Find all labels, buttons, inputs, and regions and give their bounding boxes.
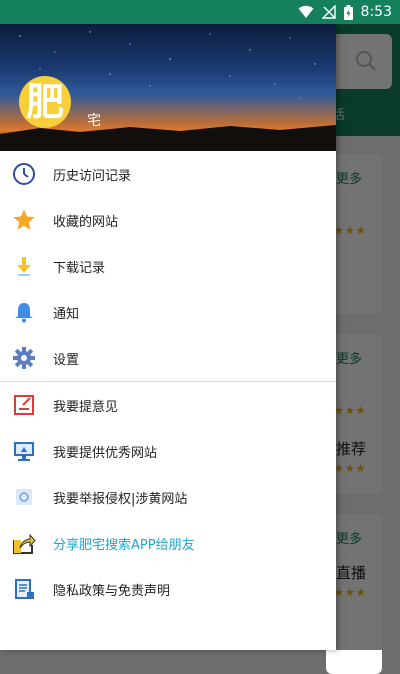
username: 宅: [87, 113, 101, 129]
menu-item-label: 通知: [53, 307, 80, 322]
menu-item-submit-site[interactable]: 我要提供优秀网站: [0, 428, 336, 474]
menu-item-share[interactable]: 分享肥宅搜索APP给朋友: [0, 520, 336, 566]
menu-item-label: 设置: [53, 353, 80, 368]
menu-item-favorites[interactable]: 收藏的网站: [0, 197, 336, 243]
document-icon: [12, 577, 36, 601]
menu-item-label: 下载记录: [53, 261, 106, 276]
monitor-icon: [12, 439, 36, 463]
menu-item-feedback[interactable]: 我要提意见: [0, 382, 336, 428]
menu-item-report[interactable]: 我要举报侵权|涉黄网站: [0, 474, 336, 520]
no-signal-icon: [321, 5, 336, 19]
drawer-header: 肥 宅: [0, 24, 336, 151]
report-icon: [12, 485, 36, 509]
status-bar: 8:53: [0, 0, 400, 24]
share-icon: [12, 531, 36, 555]
avatar[interactable]: 肥: [19, 76, 71, 128]
star-icon: [12, 208, 36, 232]
menu-item-label: 分享肥宅搜索APP给朋友: [53, 538, 195, 553]
menu-item-notifications[interactable]: 通知: [0, 289, 336, 335]
bell-icon: [12, 300, 36, 324]
download-icon: [12, 254, 36, 278]
wifi-icon: [298, 5, 314, 18]
menu-item-downloads[interactable]: 下载记录: [0, 243, 336, 289]
menu-item-label: 历史访问记录: [53, 169, 132, 184]
clock-icon: [12, 162, 36, 186]
menu-item-settings[interactable]: 设置: [0, 335, 336, 381]
navigation-drawer: 肥 宅 历史访问记录 收藏的网站 下载记录 通知 设置 我要提意见 我要提供优秀…: [0, 24, 336, 650]
clock-time: 8:53: [360, 4, 392, 20]
menu-item-label: 我要提供优秀网站: [53, 446, 158, 461]
menu-item-label: 我要举报侵权|涉黄网站: [53, 492, 188, 507]
status-icons: 8:53: [298, 3, 392, 21]
gear-icon: [12, 346, 36, 370]
drawer-menu: 历史访问记录 收藏的网站 下载记录 通知 设置 我要提意见 我要提供优秀网站 我…: [0, 151, 336, 612]
menu-item-label: 收藏的网站: [53, 215, 119, 230]
menu-item-label: 隐私政策与免责声明: [53, 584, 171, 599]
battery-icon: [343, 4, 353, 20]
feedback-icon: [12, 393, 36, 417]
menu-item-privacy[interactable]: 隐私政策与免责声明: [0, 566, 336, 612]
menu-item-label: 我要提意见: [53, 400, 119, 415]
menu-item-history[interactable]: 历史访问记录: [0, 151, 336, 197]
